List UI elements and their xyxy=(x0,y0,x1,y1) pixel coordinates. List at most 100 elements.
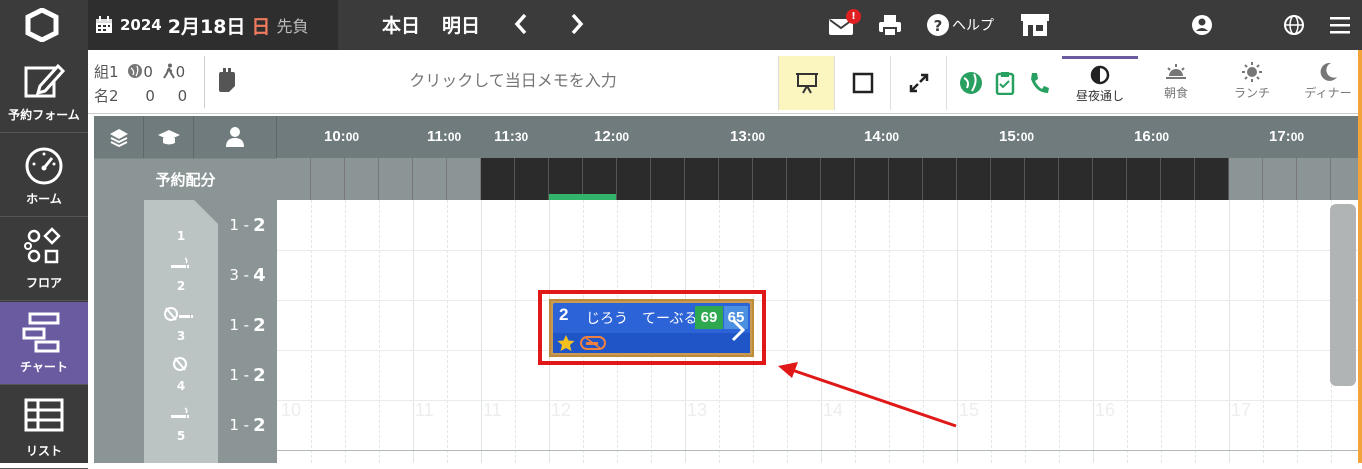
table-icon xyxy=(24,398,64,432)
channel-filters xyxy=(946,56,1062,110)
mail-badge: ! xyxy=(846,9,861,24)
hour-watermark: 13 xyxy=(687,400,708,420)
today-button[interactable]: 本日 xyxy=(382,11,420,38)
sidebar-item-reservation-form[interactable]: 予約フォーム xyxy=(0,50,88,133)
time-label: 13:00 xyxy=(730,128,766,145)
mode-breakfast[interactable]: 朝食 xyxy=(1138,56,1214,112)
allocation-cell[interactable] xyxy=(481,158,515,200)
hour-watermark: 10 xyxy=(281,400,302,420)
allocation-cell[interactable] xyxy=(753,158,787,200)
allocation-cell[interactable] xyxy=(549,158,583,200)
date-picker[interactable]: 2024 2月18日 日 先負 xyxy=(88,0,338,50)
allocation-cell[interactable] xyxy=(787,158,821,200)
allocation-cell[interactable] xyxy=(1195,158,1229,200)
sidebar-item-label: チャート xyxy=(20,360,68,374)
sidebar-item-list[interactable]: リスト xyxy=(0,386,88,469)
hour-watermark: 12 xyxy=(551,400,572,420)
mode-label: ランチ xyxy=(1233,86,1270,100)
moon-icon xyxy=(1320,62,1337,81)
hour-watermark: 17 xyxy=(1231,400,1252,420)
allocation-cell[interactable] xyxy=(821,158,855,200)
web-globe-icon xyxy=(128,64,143,78)
user-account-icon[interactable] xyxy=(1191,12,1213,38)
date-year: 2024 xyxy=(120,16,162,34)
course-button[interactable] xyxy=(144,116,194,158)
mode-dinner[interactable]: ディナー xyxy=(1290,56,1362,112)
table-row[interactable] xyxy=(144,450,277,463)
table-row[interactable]: 5 1 -2 xyxy=(144,400,277,450)
allocation-cell[interactable] xyxy=(617,158,651,200)
half-circle-icon xyxy=(1090,65,1110,85)
app-logo-icon[interactable] xyxy=(22,8,62,42)
person-icon xyxy=(226,127,244,147)
people-walk: 0 xyxy=(177,87,188,105)
mode-label: 朝食 xyxy=(1163,86,1188,100)
help-icon[interactable]: ? xyxy=(926,12,950,38)
reservation-counts: 組1 0 0 名2 0 0 xyxy=(94,60,187,108)
table-name: 2 xyxy=(144,250,218,300)
table-row[interactable]: 4 1 -2 xyxy=(144,350,277,400)
hamburger-menu-icon[interactable] xyxy=(1329,12,1351,38)
hour-watermark: 11 xyxy=(483,400,502,420)
walk-in-icon xyxy=(162,63,175,79)
mode-label: 昼夜通し xyxy=(1075,89,1124,103)
sidebar-item-home[interactable]: ホーム xyxy=(0,134,88,217)
allocation-row xyxy=(277,158,1360,200)
presentation-toggle-button[interactable] xyxy=(778,56,834,110)
table-capacity: 1 -2 xyxy=(218,350,277,400)
allocation-cell[interactable] xyxy=(957,158,991,200)
table-row[interactable]: 3 1 -2 xyxy=(144,300,277,350)
table-row[interactable]: 1 1 -2 xyxy=(144,200,277,250)
vertical-scrollbar[interactable] xyxy=(1330,204,1356,386)
area-column xyxy=(94,200,144,463)
allocation-cell[interactable] xyxy=(515,158,549,200)
groups-web: 0 xyxy=(143,63,153,81)
customer-button[interactable] xyxy=(194,116,277,158)
table-capacity: 1 -2 xyxy=(218,200,277,250)
sidebar-item-chart[interactable]: チャート xyxy=(0,302,88,385)
table-capacity xyxy=(218,450,277,463)
sidebar-item-floor[interactable]: フロア xyxy=(0,218,88,301)
calendar-icon xyxy=(96,16,112,33)
allocation-cell[interactable] xyxy=(651,158,685,200)
layers-button[interactable] xyxy=(94,116,144,158)
phone-filter-icon[interactable] xyxy=(1028,71,1050,95)
people-label: 名 xyxy=(94,87,110,105)
allocation-cell[interactable] xyxy=(1161,158,1195,200)
table-name: 1 xyxy=(144,200,218,250)
time-label: 15:00 xyxy=(999,128,1035,145)
table-capacity: 1 -2 xyxy=(218,400,277,450)
allocation-cell[interactable] xyxy=(923,158,957,200)
next-day-icon[interactable] xyxy=(570,12,584,36)
allocation-cell[interactable] xyxy=(685,158,719,200)
allocation-label: 予約配分 xyxy=(94,158,277,200)
web-filter-icon[interactable] xyxy=(959,71,983,95)
allocation-cell[interactable] xyxy=(1127,158,1161,200)
store-icon[interactable] xyxy=(1020,12,1050,38)
allocation-cell[interactable] xyxy=(889,158,923,200)
corner-triangle-icon xyxy=(194,200,218,224)
svg-text:?: ? xyxy=(934,17,943,35)
right-edge-border xyxy=(1358,50,1362,463)
globe-icon[interactable] xyxy=(1283,12,1305,38)
allocation-cell[interactable] xyxy=(583,158,617,200)
allocation-cell[interactable] xyxy=(719,158,753,200)
groups-walk: 0 xyxy=(175,63,186,81)
allocation-cell[interactable] xyxy=(1025,158,1059,200)
help-label[interactable]: ヘルプ xyxy=(952,15,994,35)
daily-memo-input[interactable] xyxy=(248,68,778,96)
clipboard-filter-icon[interactable] xyxy=(995,71,1015,95)
select-box-button[interactable] xyxy=(834,56,890,110)
allocation-cell[interactable] xyxy=(855,158,889,200)
prev-day-icon[interactable] xyxy=(514,12,528,36)
table-row[interactable]: 2 3 -4 xyxy=(144,250,277,300)
tomorrow-button[interactable]: 明日 xyxy=(442,11,480,38)
mode-lunch[interactable]: ランチ xyxy=(1214,56,1290,112)
allocation-cell[interactable] xyxy=(1059,158,1093,200)
mode-all-day[interactable]: 昼夜通し xyxy=(1062,56,1138,112)
expand-button[interactable] xyxy=(890,56,946,110)
allocation-cell[interactable] xyxy=(991,158,1025,200)
allocation-cell[interactable] xyxy=(1093,158,1127,200)
time-label: 11:00 xyxy=(427,128,462,145)
print-icon[interactable] xyxy=(878,12,902,38)
